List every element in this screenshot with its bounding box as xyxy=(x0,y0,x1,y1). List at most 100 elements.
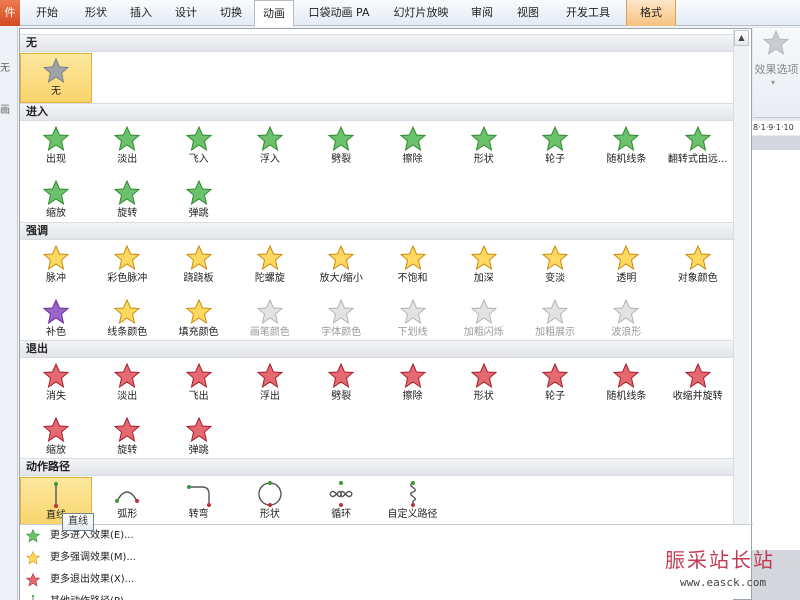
gallery-scrollbar[interactable]: ▲ xyxy=(733,30,749,524)
ribbon-left-remnant: 无 画 xyxy=(0,27,18,600)
section-header-4: 动作路径 xyxy=(20,458,733,476)
gallery-item-2-18[interactable]: 波浪形 xyxy=(590,295,662,345)
tab-12[interactable]: 格式 xyxy=(626,0,676,26)
star-gold-icon xyxy=(684,245,711,271)
gallery-item-3-5[interactable]: 擦除 xyxy=(377,359,449,409)
gallery-item-label: 淡出 xyxy=(117,154,138,165)
gallery-item-2-0[interactable]: 脉冲 xyxy=(20,241,92,291)
gallery-item-3-12[interactable]: 弹跳 xyxy=(163,413,235,463)
gallery-item-2-15[interactable]: 下划线 xyxy=(377,295,449,345)
gallery-item-label: 淡出 xyxy=(117,391,138,402)
gallery-item-label: 翻转式由远... xyxy=(667,154,728,165)
gallery-item-1-5[interactable]: 擦除 xyxy=(377,122,449,172)
gallery-item-1-6[interactable]: 形状 xyxy=(448,122,520,172)
gallery-item-1-8[interactable]: 随机线条 xyxy=(590,122,662,172)
star-gold-icon xyxy=(185,245,212,271)
chevron-down-icon: ▾ xyxy=(771,78,776,87)
gallery-item-3-11[interactable]: 旋转 xyxy=(91,413,163,463)
star-red-icon xyxy=(399,363,426,389)
gallery-item-label: 缩放 xyxy=(46,208,66,219)
tab-9[interactable]: 审阅 xyxy=(460,0,504,26)
gallery-item-2-2[interactable]: 跷跷板 xyxy=(163,241,235,291)
gallery-item-3-7[interactable]: 轮子 xyxy=(519,359,591,409)
gallery-item-2-7[interactable]: 变淡 xyxy=(519,241,591,291)
gallery-item-2-1[interactable]: 彩色脉冲 xyxy=(91,241,163,291)
star-red-icon xyxy=(470,363,497,389)
gallery-item-1-10[interactable]: 缩放 xyxy=(20,176,92,226)
gallery-item-label: 弹跳 xyxy=(188,208,209,219)
gallery-item-2-3[interactable]: 陀螺旋 xyxy=(234,241,306,291)
gallery-item-3-4[interactable]: 劈裂 xyxy=(305,359,377,409)
gallery-item-label: 放大/缩小 xyxy=(319,273,363,284)
gallery-item-1-3[interactable]: 浮入 xyxy=(234,122,306,172)
gallery-item-4-5[interactable]: 自定义路径 xyxy=(377,477,449,527)
gallery-item-3-6[interactable]: 形状 xyxy=(448,359,520,409)
gallery-item-3-3[interactable]: 浮出 xyxy=(234,359,306,409)
gallery-item-1-7[interactable]: 轮子 xyxy=(519,122,591,172)
gallery-item-label: 填充颜色 xyxy=(178,327,219,338)
gallery-item-2-8[interactable]: 透明 xyxy=(590,241,662,291)
tab-2[interactable]: 形状 xyxy=(74,0,118,26)
gallery-item-label: 加粗闪烁 xyxy=(463,327,504,338)
gallery-item-1-9[interactable]: 翻转式由远... xyxy=(662,122,734,172)
gallery-item-2-9[interactable]: 对象颜色 xyxy=(662,241,734,291)
tab-5[interactable]: 切换 xyxy=(210,0,252,26)
gallery-item-3-8[interactable]: 随机线条 xyxy=(590,359,662,409)
gallery-item-4-1[interactable]: 弧形 xyxy=(91,477,163,527)
more-effects-item-1[interactable]: 更多强调效果(M)... xyxy=(20,547,733,569)
scroll-up-arrow-icon[interactable]: ▲ xyxy=(734,30,749,46)
star-gray-icon xyxy=(328,299,355,325)
gallery-item-0-0[interactable]: 无 xyxy=(20,53,92,103)
gallery-item-1-12[interactable]: 弹跳 xyxy=(163,176,235,226)
tab-0[interactable]: 件 xyxy=(0,0,20,26)
gallery-item-2-14[interactable]: 字体颜色 xyxy=(305,295,377,345)
gallery-item-1-0[interactable]: 出现 xyxy=(20,122,92,172)
gallery-item-4-2[interactable]: 转弯 xyxy=(163,477,235,527)
gallery-item-label: 收缩并旋转 xyxy=(672,391,723,402)
more-effects-item-2[interactable]: 更多退出效果(X)... xyxy=(20,569,733,591)
star-green-icon xyxy=(185,126,212,152)
gallery-item-2-11[interactable]: 线条颜色 xyxy=(91,295,163,345)
gallery-item-4-3[interactable]: 形状 xyxy=(234,477,306,527)
gallery-item-2-16[interactable]: 加粗闪烁 xyxy=(448,295,520,345)
star-green-icon xyxy=(114,180,141,206)
gallery-item-2-5[interactable]: 不饱和 xyxy=(377,241,449,291)
gallery-item-2-6[interactable]: 加深 xyxy=(448,241,520,291)
effect-options-button[interactable]: 效果选项 ▾ xyxy=(753,28,800,118)
gallery-item-1-2[interactable]: 飞入 xyxy=(163,122,235,172)
gallery-item-2-12[interactable]: 填充颜色 xyxy=(163,295,235,345)
gallery-item-1-11[interactable]: 旋转 xyxy=(91,176,163,226)
gallery-item-3-0[interactable]: 消失 xyxy=(20,359,92,409)
star-red-icon xyxy=(542,363,569,389)
gallery-item-3-9[interactable]: 收缩并旋转 xyxy=(662,359,734,409)
gallery-item-2-10[interactable]: 补色 xyxy=(20,295,92,345)
tab-4[interactable]: 设计 xyxy=(164,0,208,26)
star-gold-icon xyxy=(470,245,497,271)
gallery-item-label: 补色 xyxy=(46,327,66,338)
gallery-item-3-10[interactable]: 缩放 xyxy=(20,413,92,463)
star-gold-icon xyxy=(256,245,283,271)
gallery-item-2-4[interactable]: 放大/缩小 xyxy=(305,241,377,291)
tab-11[interactable]: 开发工具 xyxy=(552,0,624,26)
gallery-item-4-4[interactable]: 循环 xyxy=(305,477,377,527)
tab-1[interactable]: 开始 xyxy=(22,0,72,26)
tab-6[interactable]: 动画 xyxy=(254,0,294,27)
more-effects-item-0[interactable]: 更多进入效果(E)... xyxy=(20,525,733,547)
gallery-item-label: 下划线 xyxy=(397,327,428,338)
gallery-item-3-1[interactable]: 淡出 xyxy=(91,359,163,409)
gallery-item-label: 飞出 xyxy=(188,391,209,402)
gallery-item-1-1[interactable]: 淡出 xyxy=(91,122,163,172)
tab-3[interactable]: 插入 xyxy=(119,0,163,26)
tab-7[interactable]: 口袋动画 PA xyxy=(296,0,382,26)
more-effects-item-3[interactable]: 其他动作路径(P)... xyxy=(20,591,733,600)
tab-8[interactable]: 幻灯片放映 xyxy=(384,0,458,26)
path-circle-icon xyxy=(258,481,282,507)
star-none-icon xyxy=(43,58,69,84)
star-icon xyxy=(763,30,789,55)
gallery-item-3-2[interactable]: 飞出 xyxy=(163,359,235,409)
gallery-item-2-13[interactable]: 画笔颜色 xyxy=(234,295,306,345)
tab-10[interactable]: 视图 xyxy=(506,0,550,26)
gallery-item-label: 对象颜色 xyxy=(677,273,718,284)
gallery-item-1-4[interactable]: 劈裂 xyxy=(305,122,377,172)
gallery-item-2-17[interactable]: 加粗展示 xyxy=(519,295,591,345)
